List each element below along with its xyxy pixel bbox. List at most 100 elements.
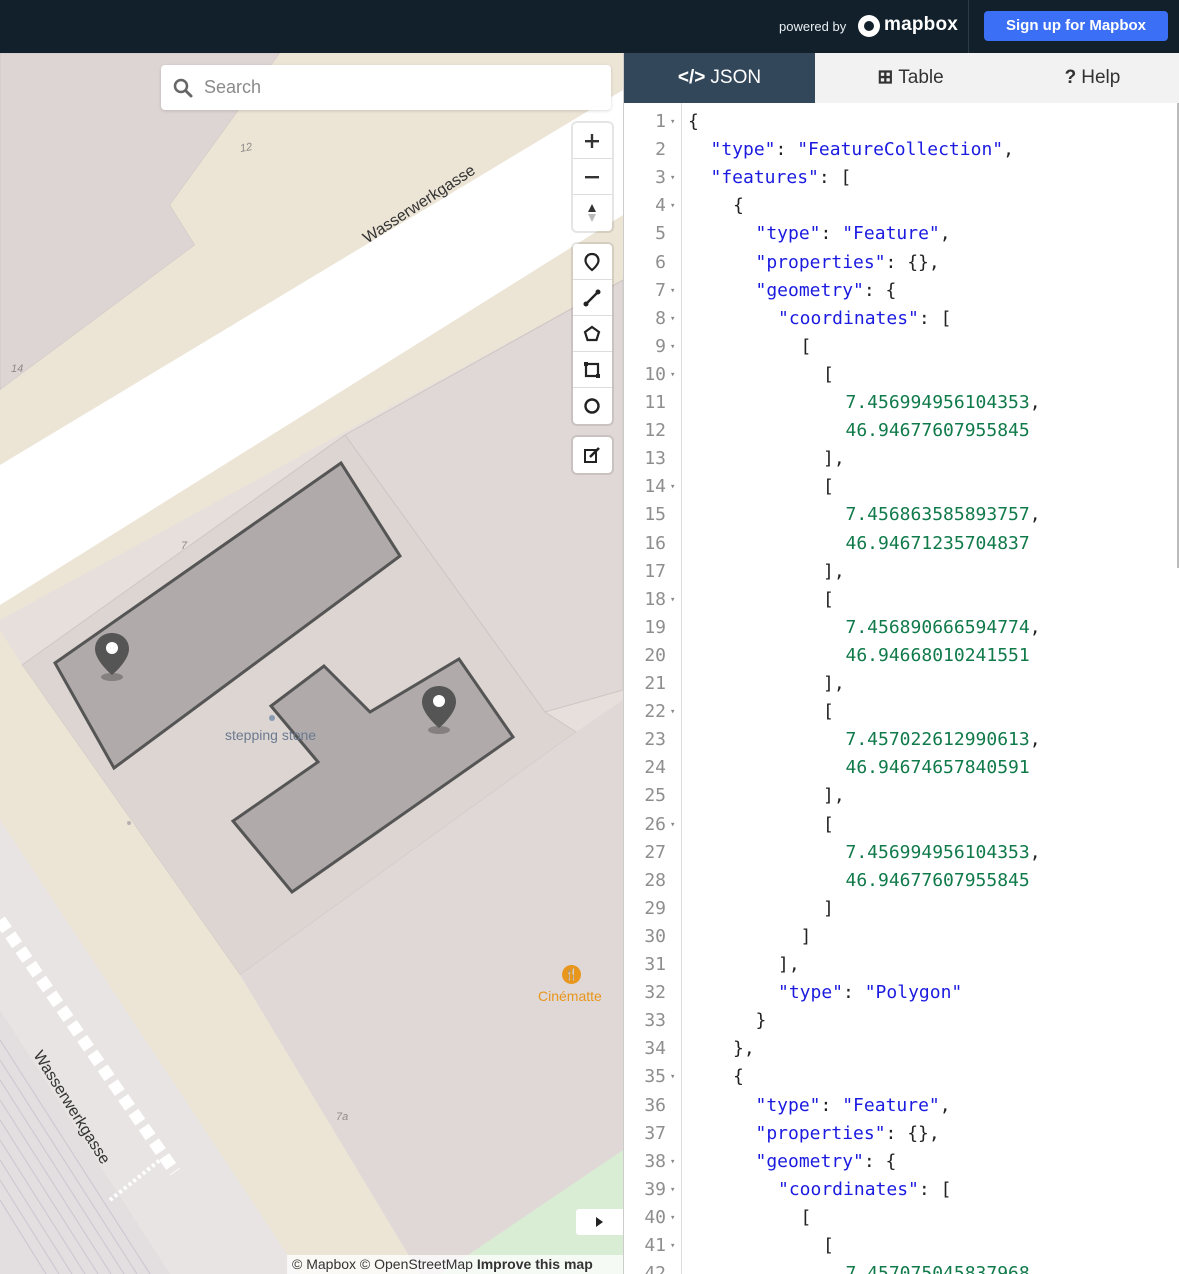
code-line[interactable]: 31], — [624, 951, 1179, 979]
code-line[interactable]: 36 "type": "Feature", — [624, 1092, 1179, 1120]
marker-pin-icon[interactable] — [92, 631, 132, 683]
code-line[interactable]: 38 ▾ "geometry": { — [624, 1148, 1179, 1176]
code-line[interactable]: 14 ▾ [ — [624, 473, 1179, 501]
search-box[interactable] — [161, 65, 611, 110]
compass-button[interactable] — [573, 195, 612, 231]
code-line[interactable]: 17], — [624, 558, 1179, 586]
fold-toggle-icon[interactable]: ▾ — [670, 1063, 675, 1091]
draw-circle-button[interactable] — [573, 388, 612, 424]
json-token: : — [843, 982, 865, 1004]
line-number: 5 — [655, 223, 666, 245]
code-line[interactable]: 19 7.456890666594774, — [624, 614, 1179, 642]
zoom-in-button[interactable] — [573, 123, 612, 159]
code-line[interactable]: 24 46.94674657840591 — [624, 754, 1179, 782]
code-line[interactable]: 3 ▾ "features": [ — [624, 164, 1179, 192]
fold-toggle-icon[interactable]: ▾ — [670, 333, 675, 361]
code-line[interactable]: 27 7.456994956104353, — [624, 839, 1179, 867]
line-number: 36 — [644, 1094, 666, 1116]
collapse-panel-button[interactable] — [576, 1209, 623, 1235]
signup-button[interactable]: Sign up for Mapbox — [984, 11, 1168, 41]
restaurant-icon[interactable]: 🍴 — [562, 965, 581, 984]
fold-toggle-icon[interactable]: ▾ — [670, 164, 675, 192]
fold-toggle-icon[interactable]: ▾ — [670, 192, 675, 220]
code-line[interactable]: 33} — [624, 1007, 1179, 1035]
code-content: }, — [733, 1035, 755, 1063]
code-line[interactable]: 1 ▾ { — [624, 108, 1179, 136]
zoom-out-button[interactable] — [573, 159, 612, 195]
marker-pin-icon[interactable] — [419, 684, 459, 736]
fold-toggle-icon[interactable]: ▾ — [670, 108, 675, 136]
json-token: "geometry" — [755, 279, 864, 301]
fold-toggle-icon[interactable]: ▾ — [670, 586, 675, 614]
fold-toggle-icon[interactable]: ▾ — [670, 1204, 675, 1232]
code-line[interactable]: 15 7.456863585893757, — [624, 501, 1179, 529]
draw-polygon-button[interactable] — [573, 316, 612, 352]
edit-button[interactable] — [573, 437, 612, 473]
fold-toggle-icon[interactable]: ▾ — [670, 1232, 675, 1260]
fold-toggle-icon[interactable]: ▾ — [670, 1176, 675, 1204]
tab-help[interactable]: ? Help — [997, 53, 1179, 103]
line-number: 33 — [644, 1010, 666, 1032]
line-number: 11 — [644, 392, 666, 413]
json-token: : [ — [918, 1178, 952, 1200]
code-line[interactable]: 30] — [624, 923, 1179, 951]
mapbox-attribution-link[interactable]: © Mapbox — [292, 1256, 356, 1272]
code-line[interactable]: 42 7.457075045837968, — [624, 1260, 1179, 1274]
fold-toggle-icon[interactable]: ▾ — [670, 698, 675, 726]
code-content: 46.94677607955845 — [846, 867, 1030, 895]
line-number: 39 — [644, 1178, 666, 1200]
code-line[interactable]: 22 ▾ [ — [624, 698, 1179, 726]
code-line[interactable]: 28 46.94677607955845 — [624, 867, 1179, 895]
code-line[interactable]: 32 "type": "Polygon" — [624, 979, 1179, 1007]
code-line[interactable]: 23 7.457022612990613, — [624, 726, 1179, 754]
code-line[interactable]: 40 ▾ [ — [624, 1204, 1179, 1232]
poi-label-cinema[interactable]: Cinématte — [538, 988, 602, 1004]
json-editor[interactable]: 1 ▾{2 "type": "FeatureCollection", 3 ▾ "featu… — [624, 103, 1179, 1274]
code-line[interactable]: 5 "type": "Feature", — [624, 220, 1179, 248]
fold-toggle-icon[interactable]: ▾ — [670, 1148, 675, 1176]
code-line[interactable]: 29] — [624, 895, 1179, 923]
code-content: [ — [801, 333, 812, 361]
json-token: "type" — [755, 223, 821, 245]
code-line[interactable]: 9 ▾ [ — [624, 333, 1179, 361]
json-token: : — [820, 1094, 843, 1116]
search-input[interactable] — [204, 65, 594, 110]
json-token: 46.94677607955845 — [845, 869, 1030, 891]
code-line[interactable]: 7 ▾ "geometry": { — [624, 277, 1179, 305]
code-line[interactable]: 4 ▾ { — [624, 192, 1179, 220]
tab-json[interactable]: </> JSON — [624, 53, 815, 103]
code-line[interactable]: 26 ▾ [ — [624, 811, 1179, 839]
code-line[interactable]: 21], — [624, 670, 1179, 698]
code-line[interactable]: 16 46.94671235704837 — [624, 530, 1179, 558]
code-line[interactable]: 13], — [624, 445, 1179, 473]
code-line[interactable]: 10 ▾ [ — [624, 361, 1179, 389]
fold-toggle-icon[interactable]: ▾ — [670, 277, 675, 305]
code-line[interactable]: 6 "properties": {}, — [624, 249, 1179, 277]
fold-toggle-icon[interactable]: ▾ — [670, 305, 675, 333]
map-canvas[interactable]: Wasserwerkgasse Wasserwerkgasse stepping… — [0, 53, 623, 1274]
code-line[interactable]: 20 46.94668010241551 — [624, 642, 1179, 670]
code-line[interactable]: 18 ▾ [ — [624, 586, 1179, 614]
fold-toggle-icon[interactable]: ▾ — [670, 811, 675, 839]
code-line[interactable]: 41 ▾ [ — [624, 1232, 1179, 1260]
fold-toggle-icon[interactable]: ▾ — [670, 361, 675, 389]
line-number: 35 — [644, 1066, 666, 1088]
tab-table[interactable]: ⊞ Table — [815, 53, 1006, 103]
osm-attribution-link[interactable]: © OpenStreetMap — [360, 1256, 473, 1272]
improve-map-link[interactable]: Improve this map — [477, 1256, 593, 1272]
draw-rectangle-button[interactable] — [573, 352, 612, 388]
fold-toggle-icon[interactable]: ▾ — [670, 473, 675, 501]
code-line[interactable]: 39 ▾ "coordinates": [ — [624, 1176, 1179, 1204]
draw-line-button[interactable] — [573, 280, 612, 316]
code-line[interactable]: 2 "type": "FeatureCollection", — [624, 136, 1179, 164]
code-line[interactable]: 11 7.456994956104353, — [624, 389, 1179, 417]
code-line[interactable]: 8 ▾ "coordinates": [ — [624, 305, 1179, 333]
line-number: 24 — [644, 757, 666, 779]
json-token: , — [939, 1094, 951, 1116]
draw-point-button[interactable] — [573, 244, 612, 280]
code-line[interactable]: 25], — [624, 782, 1179, 810]
code-line[interactable]: 34}, — [624, 1035, 1179, 1063]
code-line[interactable]: 12 46.94677607955845 — [624, 417, 1179, 445]
code-line[interactable]: 35 ▾ { — [624, 1063, 1179, 1091]
code-line[interactable]: 37 "properties": {}, — [624, 1120, 1179, 1148]
